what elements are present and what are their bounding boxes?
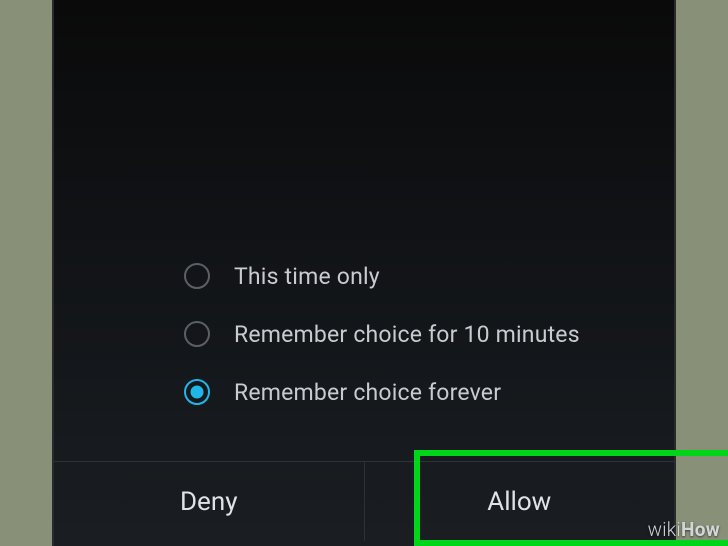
radio-option-remember-forever[interactable]: Remember choice forever bbox=[184, 363, 634, 421]
phone-frame: This time only Remember choice for 10 mi… bbox=[52, 0, 676, 546]
radio-label: This time only bbox=[234, 263, 380, 290]
watermark-text-wiki: wiki bbox=[648, 518, 681, 541]
deny-button[interactable]: Deny bbox=[54, 462, 364, 541]
button-label: Allow bbox=[487, 487, 551, 517]
permission-dialog: This time only Remember choice for 10 mi… bbox=[54, 0, 674, 546]
radio-unchecked-icon bbox=[184, 263, 210, 289]
dialog-button-bar: Deny Allow bbox=[54, 462, 674, 541]
allow-button[interactable]: Allow bbox=[365, 462, 675, 541]
radio-option-this-time-only[interactable]: This time only bbox=[184, 247, 634, 305]
radio-option-remember-10-minutes[interactable]: Remember choice for 10 minutes bbox=[184, 305, 634, 363]
watermark-text-how: How bbox=[681, 518, 720, 541]
radio-options-list: This time only Remember choice for 10 mi… bbox=[184, 247, 634, 421]
radio-label: Remember choice for 10 minutes bbox=[234, 321, 580, 348]
radio-label: Remember choice forever bbox=[234, 379, 501, 406]
button-label: Deny bbox=[180, 487, 238, 517]
radio-unchecked-icon bbox=[184, 321, 210, 347]
radio-checked-icon bbox=[184, 379, 210, 405]
wikihow-watermark: wikiHow bbox=[648, 518, 720, 541]
